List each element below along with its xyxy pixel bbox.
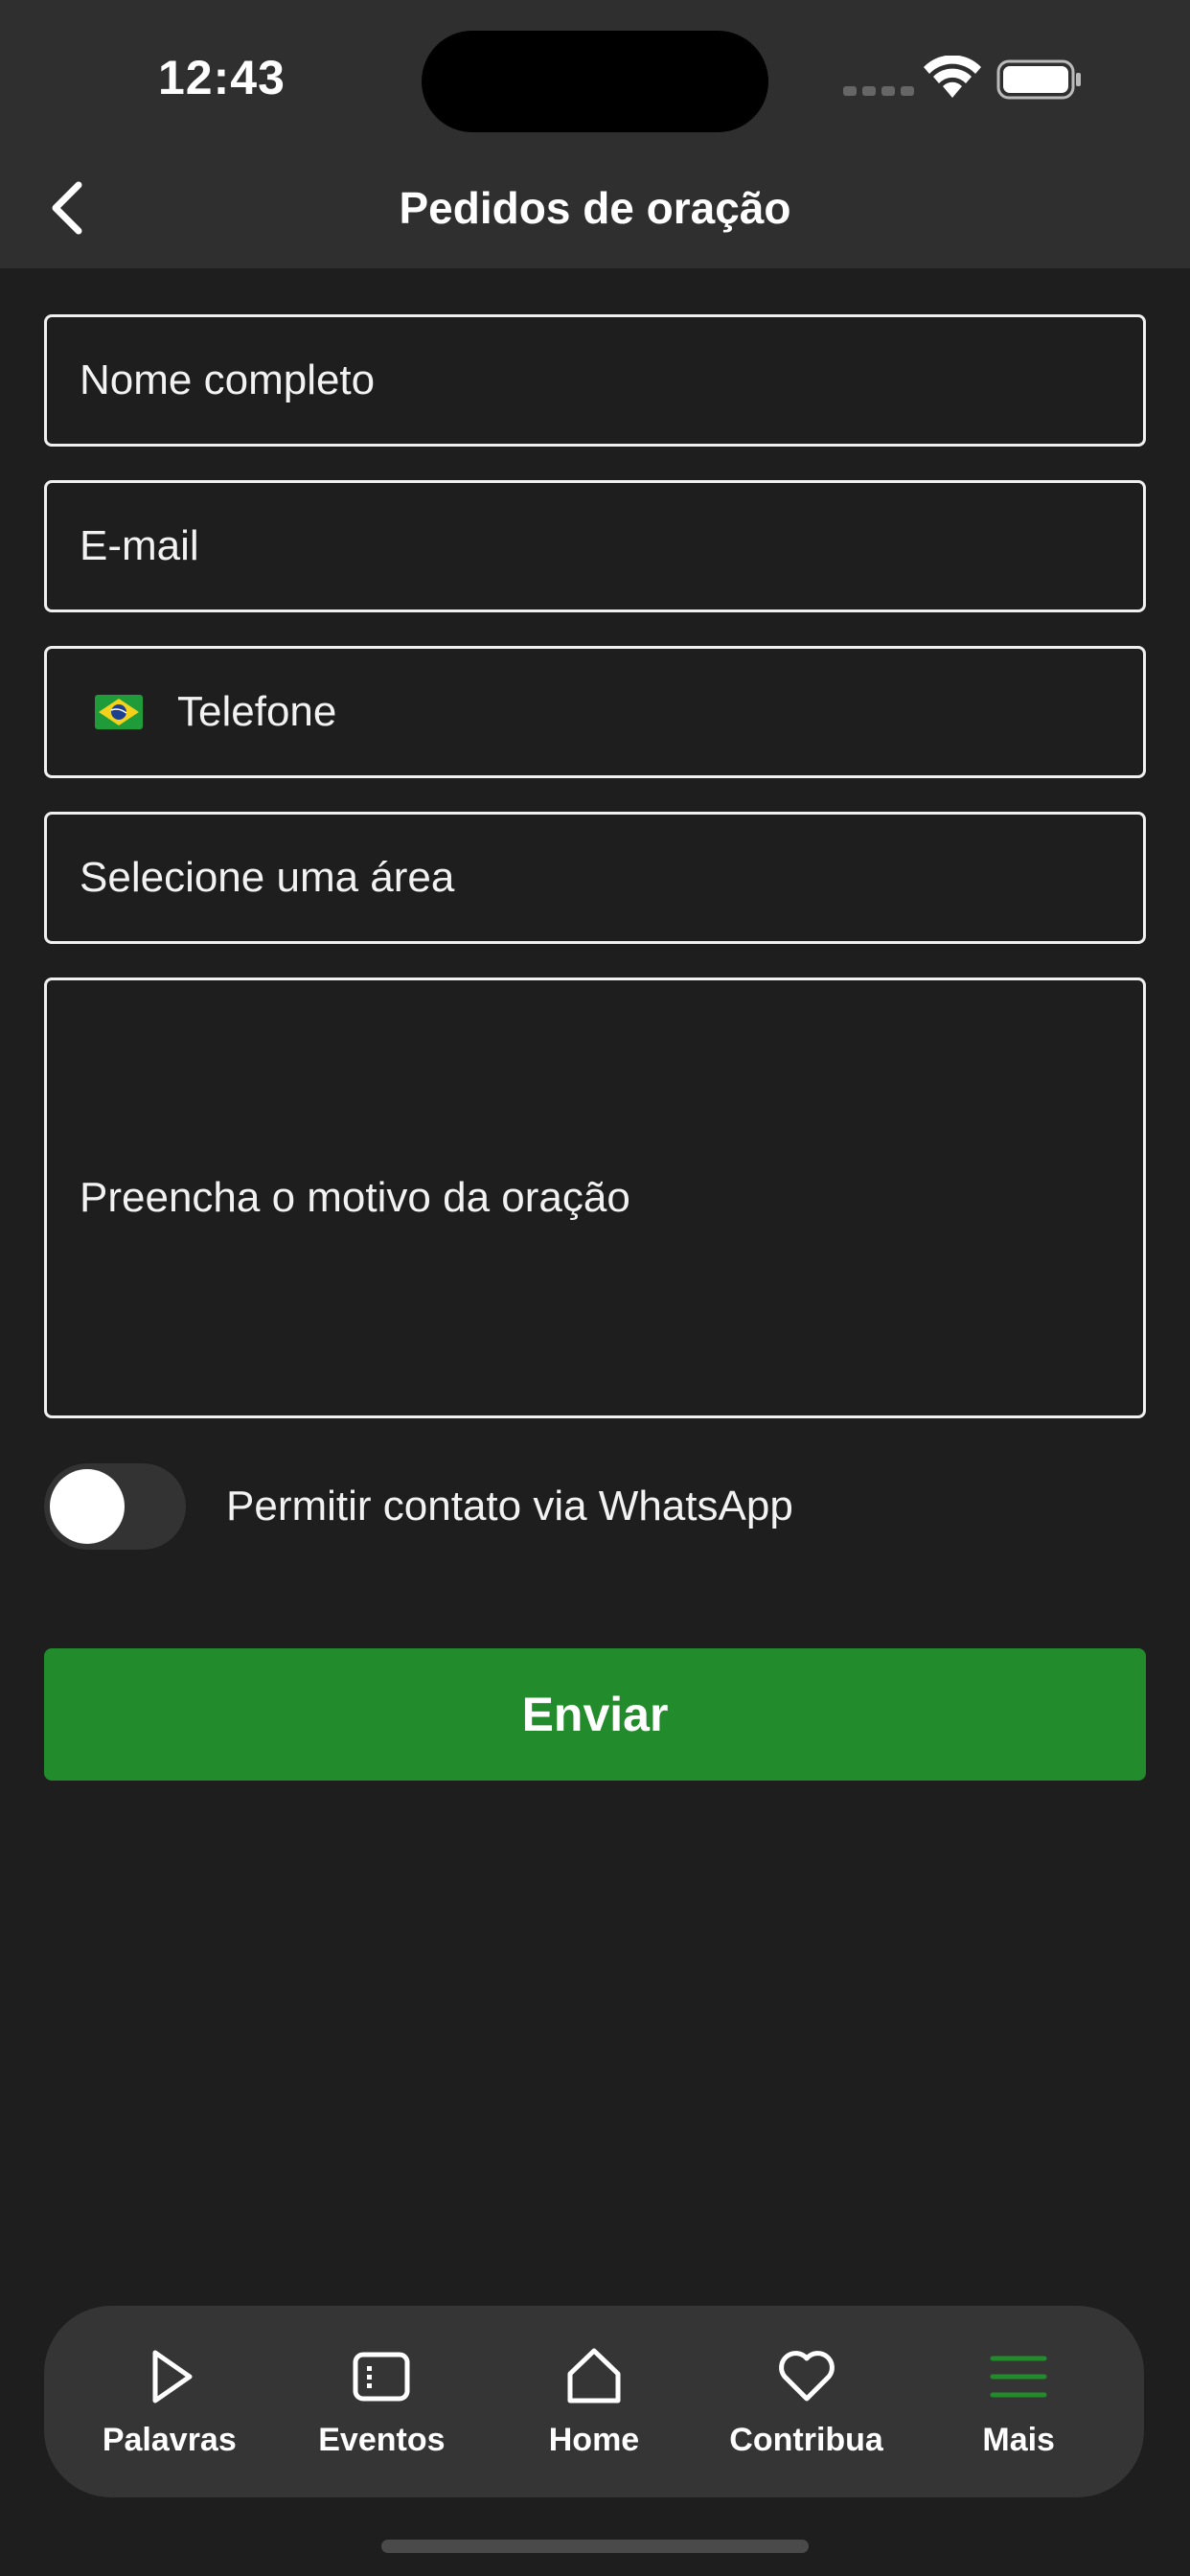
- play-icon: [152, 2350, 193, 2403]
- cellular-signal-icon: [843, 86, 914, 96]
- battery-icon: [996, 59, 1081, 100]
- toggle-knob: [50, 1469, 125, 1544]
- whatsapp-toggle-row: Permitir contato via WhatsApp: [44, 1463, 793, 1550]
- whatsapp-toggle[interactable]: [44, 1463, 186, 1550]
- dynamic-island: [422, 31, 768, 132]
- menu-icon: [990, 2356, 1047, 2397]
- tab-home[interactable]: Home: [498, 2345, 690, 2459]
- tab-label: Contribua: [729, 2421, 883, 2458]
- brazil-flag-icon[interactable]: [95, 695, 143, 729]
- calendar-icon: [353, 2352, 410, 2401]
- submit-button[interactable]: Enviar: [44, 1648, 1146, 1781]
- tab-label: Palavras: [102, 2421, 237, 2458]
- area-select[interactable]: Selecione uma área: [44, 812, 1146, 944]
- phone-input[interactable]: [177, 688, 1143, 736]
- header: 12:43 Pedidos de oração: [0, 0, 1190, 268]
- email-input[interactable]: [80, 522, 1143, 570]
- whatsapp-toggle-label: Permitir contato via WhatsApp: [226, 1483, 793, 1530]
- tab-label: Home: [548, 2421, 640, 2458]
- tab-label: Mais: [982, 2421, 1055, 2458]
- reason-field[interactable]: [44, 978, 1146, 1418]
- tab-contribua[interactable]: Contribua: [711, 2345, 903, 2459]
- area-select-value: Selecione uma área: [80, 854, 455, 901]
- home-icon: [567, 2348, 621, 2403]
- heart-icon: [778, 2350, 835, 2401]
- reason-textarea[interactable]: [80, 1169, 1143, 1227]
- home-indicator: [381, 2540, 809, 2553]
- phone-field[interactable]: [44, 646, 1146, 778]
- full-name-field[interactable]: [44, 314, 1146, 447]
- page-title: Pedidos de oração: [399, 183, 791, 233]
- tab-mais[interactable]: Mais: [923, 2345, 1114, 2459]
- email-field[interactable]: [44, 480, 1146, 612]
- wifi-icon: [924, 56, 981, 98]
- tab-label: Eventos: [318, 2421, 446, 2458]
- prayer-request-screen: 12:43 Pedidos de oração Nome completo E-…: [0, 0, 1190, 2576]
- tab-bar: Palavras Eventos Home Contribua Mais: [44, 2306, 1144, 2497]
- full-name-input[interactable]: [80, 356, 1143, 404]
- status-time: 12:43: [158, 51, 286, 104]
- tab-palavras[interactable]: Palavras: [74, 2345, 265, 2459]
- tab-eventos[interactable]: Eventos: [286, 2345, 477, 2459]
